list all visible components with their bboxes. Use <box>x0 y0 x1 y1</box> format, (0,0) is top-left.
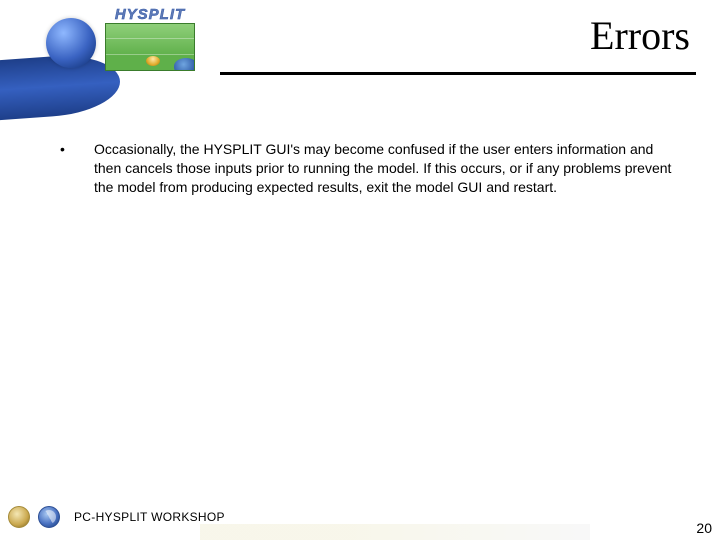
hysplit-map-icon <box>105 23 195 71</box>
hysplit-puff-icon <box>174 58 195 71</box>
title-underline <box>220 72 696 75</box>
slide-header: HYSPLIT Errors <box>0 0 720 92</box>
slide-footer: PC-HYSPLIT WORKSHOP <box>0 502 720 532</box>
footer-workshop-label: PC-HYSPLIT WORKSHOP <box>74 510 225 524</box>
bullet-marker: • <box>60 140 70 159</box>
product-name: HYSPLIT <box>100 6 200 23</box>
doc-seal-icon <box>8 506 30 528</box>
noaa-seal-icon <box>38 506 60 528</box>
slide-content: • Occasionally, the HYSPLIT GUI's may be… <box>60 140 680 197</box>
noaa-globe-icon <box>46 18 96 68</box>
bullet-item: • Occasionally, the HYSPLIT GUI's may be… <box>60 140 680 197</box>
slide-title: Errors <box>590 12 690 59</box>
hysplit-marker-icon <box>146 56 160 66</box>
bullet-text: Occasionally, the HYSPLIT GUI's may beco… <box>94 140 680 197</box>
hysplit-logo: HYSPLIT <box>100 6 200 71</box>
page-number: 20 <box>696 520 712 536</box>
